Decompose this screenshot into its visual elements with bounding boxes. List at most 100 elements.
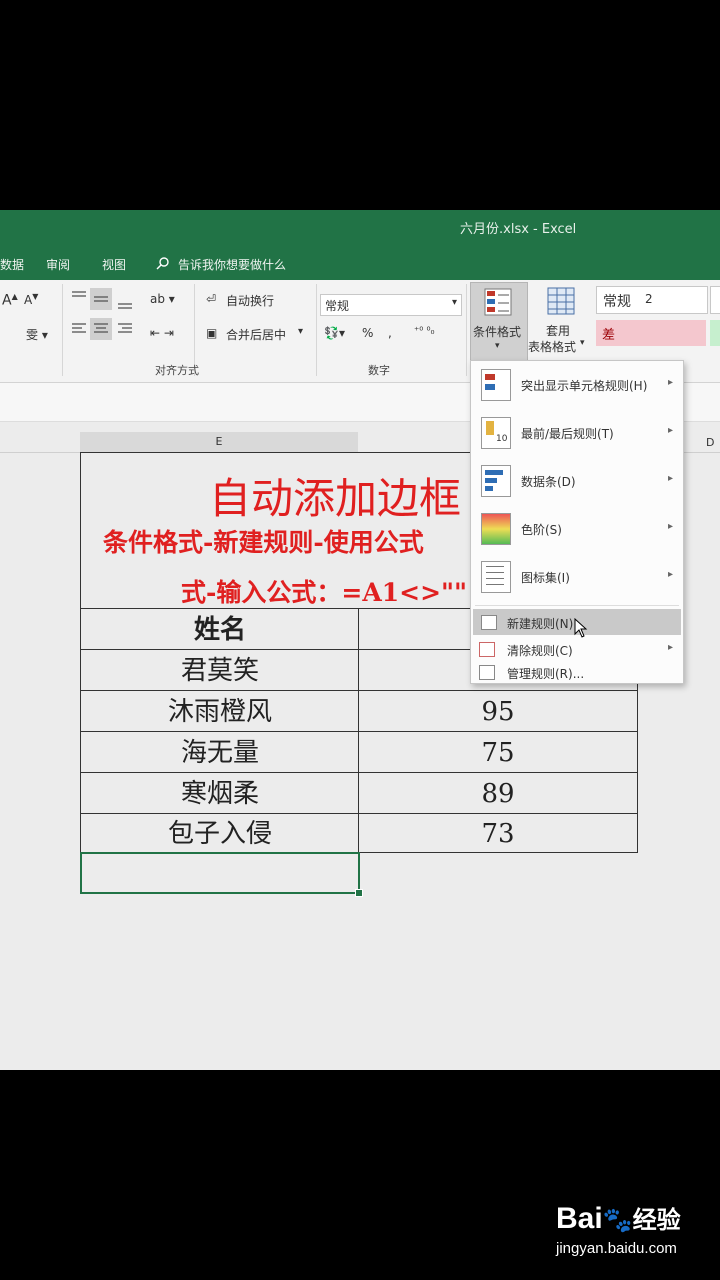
number-group-label: 数字 bbox=[368, 364, 390, 377]
title-bar: 六月份.xlsx - Excel bbox=[0, 210, 720, 246]
color-scales-icon bbox=[481, 513, 511, 545]
tell-me-input[interactable]: 告诉我你想要做什么 bbox=[178, 256, 286, 273]
menu-item-label: 最前/最后规则(T) bbox=[521, 427, 614, 441]
menu-item-label: 清除规则(C) bbox=[507, 644, 573, 658]
watermark-brand-2: 经验 bbox=[632, 1206, 681, 1234]
watermark-brand: Bai bbox=[556, 1202, 603, 1235]
menu-item-manage-rules[interactable]: 管理规则(R)... bbox=[471, 661, 683, 683]
table-row-name[interactable]: 寒烟柔 bbox=[80, 772, 360, 814]
style-good[interactable] bbox=[710, 320, 720, 346]
selected-cell[interactable] bbox=[80, 852, 360, 894]
sheet-subtitle-2: 式-输入公式：=A1<>"" bbox=[181, 578, 468, 607]
font-decrease-icon[interactable]: A▼ bbox=[24, 292, 38, 307]
table-row-name[interactable]: 君莫笑 bbox=[80, 649, 360, 691]
chevron-down-icon[interactable]: ▾ bbox=[298, 326, 303, 337]
table-row-score[interactable]: 89 bbox=[358, 772, 638, 814]
style-number-label: 2 bbox=[645, 292, 653, 306]
data-bars-icon bbox=[481, 465, 511, 497]
watermark-url: jingyan.baidu.com bbox=[556, 1240, 677, 1257]
style-bad-label: 差 bbox=[602, 328, 616, 343]
top-bottom-rules-icon: 10 bbox=[481, 417, 511, 449]
manage-rules-icon bbox=[479, 665, 495, 680]
currency-icon[interactable]: 💱▾ bbox=[324, 326, 345, 340]
orientation-icon[interactable]: ab ▾ bbox=[150, 292, 175, 306]
style-normal-label: 常规 bbox=[603, 294, 631, 310]
table-row-name[interactable]: 包子入侵 bbox=[80, 813, 360, 853]
chevron-right-icon: ▸ bbox=[667, 521, 673, 532]
menu-separator bbox=[475, 605, 679, 606]
menu-item-label: 突出显示单元格规则(H) bbox=[521, 379, 648, 393]
style-bad[interactable]: 差 bbox=[596, 320, 706, 346]
merge-center-button[interactable]: 合并后居中 bbox=[226, 326, 286, 343]
table-row-name[interactable]: 海无量 bbox=[80, 731, 360, 773]
mouse-cursor-icon bbox=[574, 618, 588, 638]
excel-window: 六月份.xlsx - Excel 数据 审阅 视图 告诉我你想要做什么 A▲ A… bbox=[0, 210, 720, 1070]
format-as-table-label-1: 套用 bbox=[546, 324, 571, 338]
table-row-score[interactable]: 95 bbox=[358, 690, 638, 732]
column-header-d[interactable]: D bbox=[706, 436, 714, 449]
menu-item-color-scales[interactable]: 色阶(S) ▸ bbox=[471, 505, 683, 553]
conditional-format-button[interactable]: 条件格式 ▾ bbox=[470, 282, 528, 364]
menu-item-highlight-rules[interactable]: 突出显示单元格规则(H) ▸ bbox=[471, 361, 683, 409]
phonetic-icon[interactable]: 雯 ▾ bbox=[26, 326, 48, 343]
highlight-rules-icon bbox=[481, 369, 511, 401]
tab-data[interactable]: 数据 bbox=[0, 256, 24, 273]
format-as-table-button[interactable]: 套用 表格格式 ▾ bbox=[528, 282, 590, 362]
alignment-group-label: 对齐方式 bbox=[155, 364, 199, 377]
menu-item-label: 数据条(D) bbox=[521, 475, 576, 489]
chevron-right-icon: ▸ bbox=[667, 569, 673, 580]
number-format-select[interactable]: 常规 ▾ bbox=[320, 294, 462, 316]
indent-icons[interactable]: ⇤ ⇥ bbox=[150, 326, 174, 340]
eraser-icon bbox=[479, 642, 495, 657]
comma-button[interactable]: , bbox=[388, 326, 392, 340]
menu-item-label: 图标集(I) bbox=[521, 571, 570, 585]
style-normal[interactable]: 常规 2 bbox=[596, 286, 708, 314]
chevron-down-icon: ▾ bbox=[580, 338, 585, 348]
alignment-icons[interactable] bbox=[70, 288, 140, 340]
table-row-score[interactable]: 75 bbox=[358, 731, 638, 773]
group-separator bbox=[62, 284, 63, 376]
menu-item-clear-rules[interactable]: 清除规则(C) ▸ bbox=[471, 637, 683, 661]
percent-button[interactable]: % bbox=[362, 326, 373, 340]
fill-handle[interactable] bbox=[355, 889, 363, 897]
group-separator bbox=[466, 284, 467, 376]
menu-item-label: 管理规则(R)... bbox=[507, 667, 585, 681]
style-next[interactable] bbox=[710, 286, 720, 314]
font-increase-icon[interactable]: A▲ bbox=[2, 292, 18, 309]
baidu-watermark: Bai🐾经验 jingyan.baidu.com bbox=[556, 1200, 681, 1257]
group-separator bbox=[316, 284, 317, 376]
menu-item-icon-sets[interactable]: 图标集(I) ▸ bbox=[471, 553, 683, 601]
header-name-cell[interactable]: 姓名 bbox=[80, 608, 360, 650]
chevron-right-icon: ▸ bbox=[667, 473, 673, 484]
merge-icon: ▣ bbox=[206, 326, 218, 340]
sheet-title: 自动添加边框 bbox=[209, 474, 462, 523]
menu-item-data-bars[interactable]: 数据条(D) ▸ bbox=[471, 457, 683, 505]
new-rule-icon bbox=[481, 615, 497, 630]
chevron-down-icon: ▾ bbox=[495, 341, 500, 351]
search-icon[interactable] bbox=[156, 256, 170, 273]
decimal-icons[interactable]: ⁺⁰ ⁰₀ bbox=[414, 326, 434, 337]
conditional-format-icon bbox=[484, 288, 512, 316]
menu-item-label: 色阶(S) bbox=[521, 523, 562, 537]
table-row-score[interactable]: 73 bbox=[358, 813, 638, 853]
format-as-table-label-2: 表格格式 bbox=[528, 340, 577, 354]
menu-item-top-bottom-rules[interactable]: 10 最前/最后规则(T) ▸ bbox=[471, 409, 683, 457]
chevron-right-icon: ▸ bbox=[667, 377, 673, 388]
menu-bar: 数据 审阅 视图 告诉我你想要做什么 bbox=[0, 246, 720, 280]
tab-review[interactable]: 审阅 bbox=[46, 256, 70, 273]
table-icon bbox=[547, 287, 575, 315]
paw-icon: 🐾 bbox=[602, 1206, 633, 1234]
column-header-e[interactable]: E bbox=[80, 432, 358, 454]
tab-view[interactable]: 视图 bbox=[102, 256, 126, 273]
chevron-down-icon: ▾ bbox=[451, 297, 457, 308]
table-row-name[interactable]: 沐雨橙风 bbox=[80, 690, 360, 732]
wrap-text-icon: ⏎ bbox=[206, 292, 217, 306]
wrap-text-button[interactable]: 自动换行 bbox=[226, 292, 274, 309]
chevron-right-icon: ▸ bbox=[667, 642, 673, 653]
sheet-subtitle-1: 条件格式-新建规则-使用公式 bbox=[103, 528, 424, 557]
icon-sets-icon bbox=[481, 561, 511, 593]
conditional-format-label: 条件格式 bbox=[473, 325, 522, 339]
chevron-right-icon: ▸ bbox=[667, 425, 673, 436]
window-title: 六月份.xlsx - Excel bbox=[460, 222, 577, 237]
number-format-value: 常规 bbox=[325, 299, 350, 313]
